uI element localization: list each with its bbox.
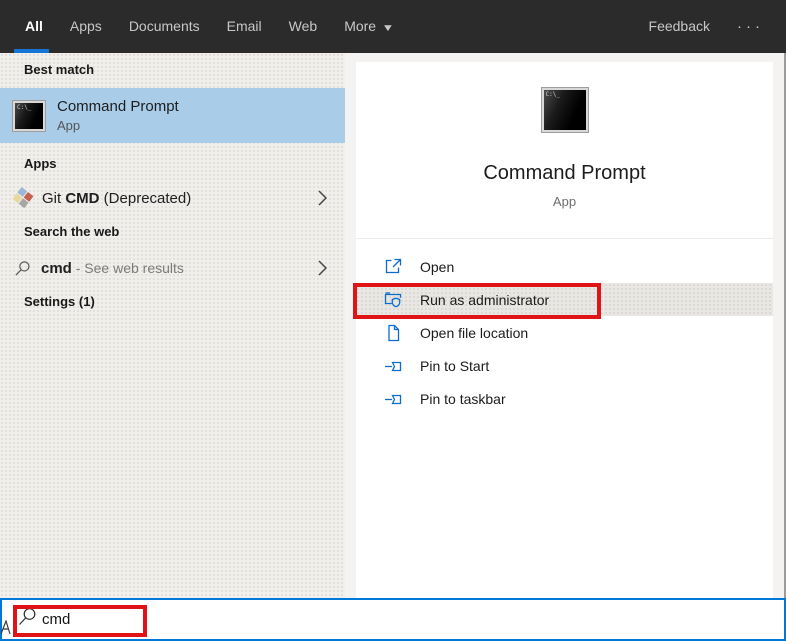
run-as-admin-shield-icon: [384, 291, 402, 307]
command-prompt-icon: C:\_: [540, 87, 589, 133]
clipped-stray-glyph: [1, 620, 11, 635]
preview-pane: C:\_ Command Prompt App Open Run as admi…: [356, 62, 773, 598]
best-match-header: Best match: [24, 62, 95, 77]
tab-documents[interactable]: Documents: [129, 0, 200, 53]
pin-icon: [385, 361, 402, 371]
action-pin-to-taskbar[interactable]: Pin to taskbar: [356, 382, 773, 415]
search-icon: [15, 260, 30, 276]
tab-email[interactable]: Email: [227, 0, 262, 53]
result-title: Git CMD (Deprecated): [42, 189, 192, 207]
scrollbar-track[interactable]: [773, 53, 784, 598]
search-bar[interactable]: [0, 598, 786, 641]
more-options-icon[interactable]: ···: [737, 0, 764, 53]
preview-app-subtitle: App: [552, 194, 577, 209]
action-open-file-location[interactable]: Open file location: [356, 316, 773, 349]
result-title: cmd - See web results: [41, 259, 184, 277]
action-run-as-administrator[interactable]: Run as administrator: [356, 283, 773, 316]
action-open[interactable]: Open: [356, 250, 773, 283]
search-filter-bar: All Apps Documents Email Web More ▼ Feedb…: [0, 0, 786, 53]
action-pin-to-start[interactable]: Pin to Start: [356, 349, 773, 382]
chevron-right-icon[interactable]: [318, 260, 327, 276]
search-results-area: Best match C:\_ Command Prompt App Apps: [0, 53, 786, 598]
open-icon: [385, 258, 402, 273]
results-pane: Best match C:\_ Command Prompt App Apps: [0, 53, 345, 598]
tab-all[interactable]: All: [14, 0, 49, 53]
chevron-down-icon: ▼: [381, 23, 395, 34]
preview-app-title: Command Prompt: [483, 162, 646, 184]
windows-search-flyout: All Apps Documents Email Web More ▼ Feedb…: [0, 0, 786, 641]
search-icon: [19, 608, 36, 625]
action-list: Open Run as administrator Open file loca…: [356, 250, 773, 415]
apps-header: Apps: [24, 156, 57, 171]
search-the-web-header: Search the web: [24, 224, 120, 239]
settings-header: Settings (1): [24, 294, 95, 309]
git-icon: [12, 187, 34, 209]
tab-apps[interactable]: Apps: [70, 0, 102, 53]
feedback-button[interactable]: Feedback: [649, 0, 710, 53]
chevron-right-icon[interactable]: [318, 190, 327, 206]
file-location-icon: [388, 324, 400, 341]
pin-icon: [385, 394, 402, 404]
result-subtitle: App: [57, 118, 81, 133]
result-title: Command Prompt: [57, 98, 179, 115]
result-git-cmd[interactable]: Git CMD (Deprecated): [0, 180, 345, 216]
result-command-prompt[interactable]: C:\_ Command Prompt App: [0, 88, 345, 143]
divider: [356, 238, 773, 239]
tab-web[interactable]: Web: [289, 0, 318, 53]
search-input[interactable]: [42, 600, 362, 639]
result-web-search[interactable]: cmd - See web results: [0, 251, 345, 285]
command-prompt-icon: C:\_: [12, 99, 46, 132]
tab-more[interactable]: More ▼: [344, 0, 395, 53]
